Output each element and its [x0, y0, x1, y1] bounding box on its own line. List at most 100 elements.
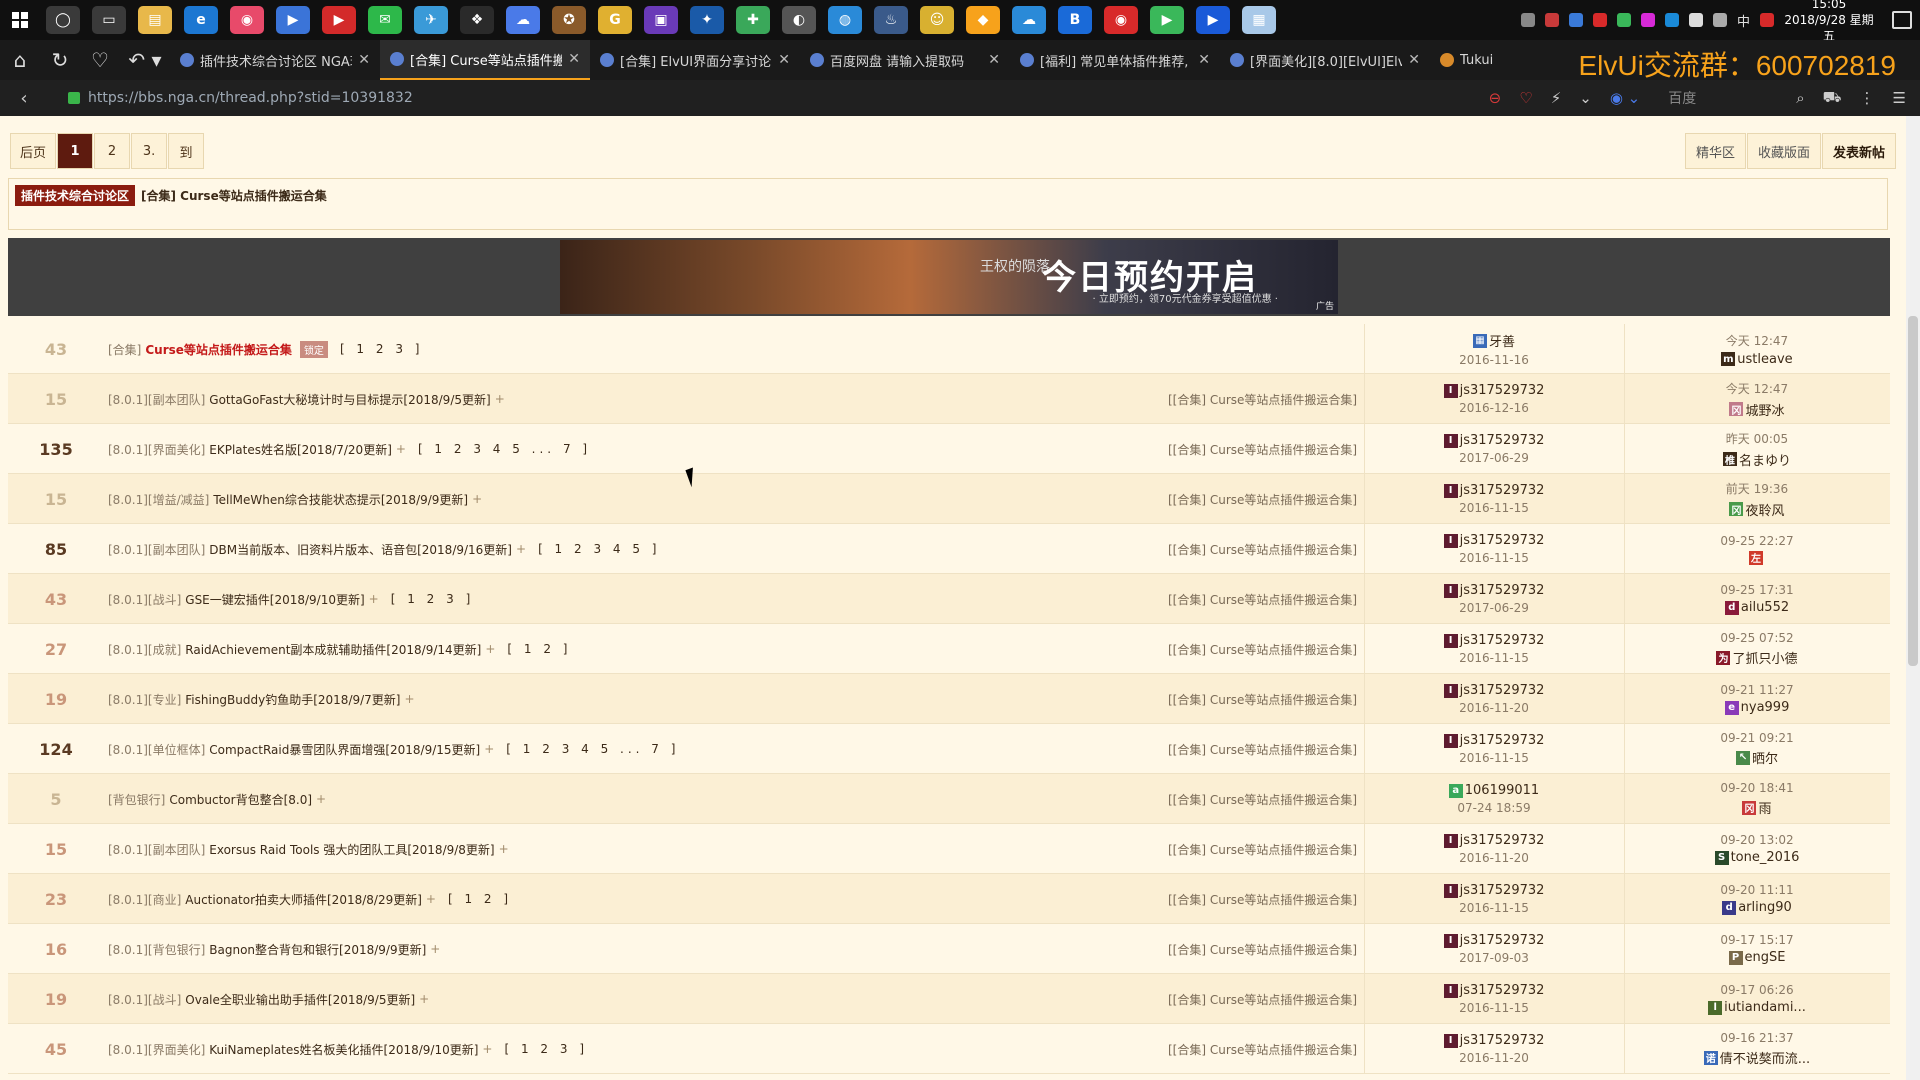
cart-icon[interactable]: ⛟: [1823, 88, 1842, 108]
expand-plus-icon[interactable]: +: [316, 792, 326, 806]
shield-icon[interactable]: [1568, 13, 1583, 27]
topic-title-link[interactable]: EKPlates姓名版[2018/7/20更新]: [209, 441, 392, 458]
tray-app-icon[interactable]: [1664, 13, 1679, 27]
notification-icon[interactable]: [1892, 11, 1912, 29]
expand-plus-icon[interactable]: +: [472, 492, 482, 506]
play-store-icon[interactable]: ▶: [1150, 6, 1184, 34]
last-reply-time[interactable]: 09-25 22:27: [1720, 534, 1793, 548]
close-tab-icon[interactable]: ✕: [1198, 52, 1210, 68]
battle-net-icon[interactable]: ✦: [690, 6, 724, 34]
new-post-button[interactable]: 发表新帖: [1821, 133, 1896, 169]
chevron-down-icon[interactable]: ⌄: [1579, 89, 1592, 107]
refresh-icon[interactable]: ↻: [40, 40, 80, 80]
cortana-icon[interactable]: ◯: [46, 6, 80, 34]
steam-icon[interactable]: ♨: [874, 6, 908, 34]
globe-app-icon[interactable]: ◍: [828, 6, 862, 34]
topic-title-link[interactable]: Combuctor背包整合[8.0]: [169, 791, 312, 808]
favorite-forum-button[interactable]: 收藏版面: [1746, 133, 1821, 169]
expand-plus-icon[interactable]: +: [516, 542, 526, 556]
last-replier-link[interactable]: d ailu552: [1724, 600, 1789, 615]
volume-icon[interactable]: [1712, 13, 1727, 27]
expand-plus-icon[interactable]: +: [495, 392, 505, 406]
topic-page-links[interactable]: [ 1 2 3 ]: [391, 592, 475, 606]
topic-source-link[interactable]: [[合集] Curse等站点插件搬运合集]: [1168, 474, 1357, 524]
topic-title-link[interactable]: DBM当前版本、旧资料片版本、语音包[2018/9/16更新]: [209, 541, 512, 558]
expand-plus-icon[interactable]: +: [404, 692, 414, 706]
topic-source-link[interactable]: [[合集] Curse等站点插件搬运合集]: [1168, 624, 1357, 674]
author-link[interactable]: Ijs317529732: [1443, 433, 1544, 448]
tray-app-icon[interactable]: [1592, 13, 1607, 27]
last-replier-link[interactable]: 为了抓只小德: [1716, 648, 1798, 667]
last-reply-time[interactable]: 昨天 00:05: [1726, 430, 1788, 447]
author-link[interactable]: Ijs317529732: [1443, 383, 1544, 398]
cat-app-icon[interactable]: ☺: [920, 6, 954, 34]
topic-title-link[interactable]: Auctionator拍卖大师插件[2018/8/29更新]: [185, 891, 422, 908]
author-link[interactable]: Ijs317529732: [1443, 933, 1544, 948]
close-tab-icon[interactable]: ✕: [568, 51, 580, 67]
people-icon[interactable]: [1520, 13, 1535, 27]
author-link[interactable]: Ijs317529732: [1443, 633, 1544, 648]
author-link[interactable]: ▦ 牙善: [1472, 331, 1515, 350]
last-reply-time[interactable]: 09-21 09:21: [1720, 731, 1793, 745]
steam-like-icon[interactable]: ◐: [782, 6, 816, 34]
author-link[interactable]: Ijs317529732: [1443, 883, 1544, 898]
elite-area-button[interactable]: 精华区: [1684, 133, 1746, 169]
topic-title-link[interactable]: Exorsus Raid Tools 强大的团队工具[2018/9/8更新]: [209, 841, 494, 858]
topic-page-links[interactable]: [ 1 2 ]: [448, 892, 512, 906]
topic-title-link[interactable]: FishingBuddy钓鱼助手[2018/9/7更新]: [185, 691, 400, 708]
expand-plus-icon[interactable]: +: [485, 642, 495, 656]
netease-music-icon[interactable]: ▶: [322, 6, 356, 34]
search-input[interactable]: 百度: [1668, 88, 1778, 108]
topic-source-link[interactable]: [[合集] Curse等站点插件搬运合集]: [1168, 724, 1357, 774]
browser-tab[interactable]: 插件技术综合讨论区 NGA玩家 ✕: [170, 40, 380, 80]
last-reply-time[interactable]: 09-17 06:26: [1720, 983, 1793, 997]
url-input[interactable]: https://bbs.nga.cn/thread.php?stid=10391…: [88, 90, 413, 106]
red-app-icon[interactable]: ◉: [1104, 6, 1138, 34]
close-tab-icon[interactable]: ✕: [358, 52, 370, 68]
last-replier-link[interactable]: m ustleave: [1721, 352, 1793, 367]
browser-tab[interactable]: [福利] 常见单体插件推荐, ✕: [1010, 40, 1220, 80]
scroll-thumb[interactable]: [1908, 316, 1918, 666]
author-link[interactable]: Ijs317529732: [1443, 533, 1544, 548]
topic-title-link[interactable]: TellMeWhen综合技能状态提示[2018/9/9更新]: [213, 491, 468, 508]
page-link[interactable]: 3.: [131, 133, 168, 169]
expand-plus-icon[interactable]: +: [484, 742, 494, 756]
topic-source-link[interactable]: [[合集] Curse等站点插件搬运合集]: [1168, 524, 1357, 574]
expand-plus-icon[interactable]: +: [482, 1042, 492, 1056]
last-replier-link[interactable]: 冈夜聆风: [1729, 500, 1785, 519]
topic-source-link[interactable]: [[合集] Curse等站点插件搬运合集]: [1168, 574, 1357, 624]
network-icon[interactable]: [1688, 13, 1703, 27]
topic-source-link[interactable]: [[合集] Curse等站点插件搬运合集]: [1168, 1024, 1357, 1074]
topic-page-links[interactable]: [ 1 2 3 4 5 ]: [538, 542, 660, 556]
author-link[interactable]: Ijs317529732: [1443, 1033, 1544, 1048]
favorite-heart-icon[interactable]: ♡: [1519, 89, 1532, 107]
feather-icon[interactable]: ✈: [414, 6, 448, 34]
blue-play-icon[interactable]: ▶: [1196, 6, 1230, 34]
topic-source-link[interactable]: [[合集] Curse等站点插件搬运合集]: [1168, 924, 1357, 974]
last-reply-time[interactable]: 09-25 17:31: [1720, 583, 1793, 597]
breadcrumb-thread-link[interactable]: [合集] Curse等站点插件搬运合集: [141, 187, 327, 204]
qq-icon[interactable]: ❖: [460, 6, 494, 34]
expand-plus-icon[interactable]: +: [396, 442, 406, 456]
last-replier-link[interactable]: 椎名まゆり: [1722, 450, 1791, 469]
home-icon[interactable]: ⌂: [0, 40, 40, 80]
notes-app-icon[interactable]: ▦: [1242, 6, 1276, 34]
topic-title-link[interactable]: RaidAchievement副本成就辅助插件[2018/9/14更新]: [185, 641, 481, 658]
topic-title-link[interactable]: GottaGoFast大秘境计时与目标提示[2018/9/5更新]: [209, 391, 490, 408]
topic-title-link[interactable]: Curse等站点插件搬运合集: [145, 341, 292, 358]
topic-source-link[interactable]: [[合集] Curse等站点插件搬运合集]: [1168, 374, 1357, 424]
browser-tab[interactable]: [合集] Curse等站点插件搬运 ✕: [380, 40, 590, 80]
last-reply-time[interactable]: 09-16 21:37: [1720, 1031, 1793, 1045]
wechat-icon[interactable]: ✉: [368, 6, 402, 34]
adblock-icon[interactable]: ⊖: [1489, 89, 1502, 107]
last-reply-time[interactable]: 前天 19:36: [1726, 480, 1788, 497]
topic-source-link[interactable]: [[合集] Curse等站点插件搬运合集]: [1168, 424, 1357, 474]
author-link[interactable]: Ijs317529732: [1443, 483, 1544, 498]
last-reply-time[interactable]: 09-17 15:17: [1720, 933, 1793, 947]
last-reply-time[interactable]: 今天 12:47: [1726, 380, 1788, 397]
expand-plus-icon[interactable]: +: [369, 592, 379, 606]
last-replier-link[interactable]: Stone_2016: [1714, 850, 1799, 865]
tray-app-icon[interactable]: [1616, 13, 1631, 27]
page-link[interactable]: 到: [168, 133, 205, 169]
topic-title-link[interactable]: GSE一键宏插件[2018/9/10更新]: [185, 591, 364, 608]
